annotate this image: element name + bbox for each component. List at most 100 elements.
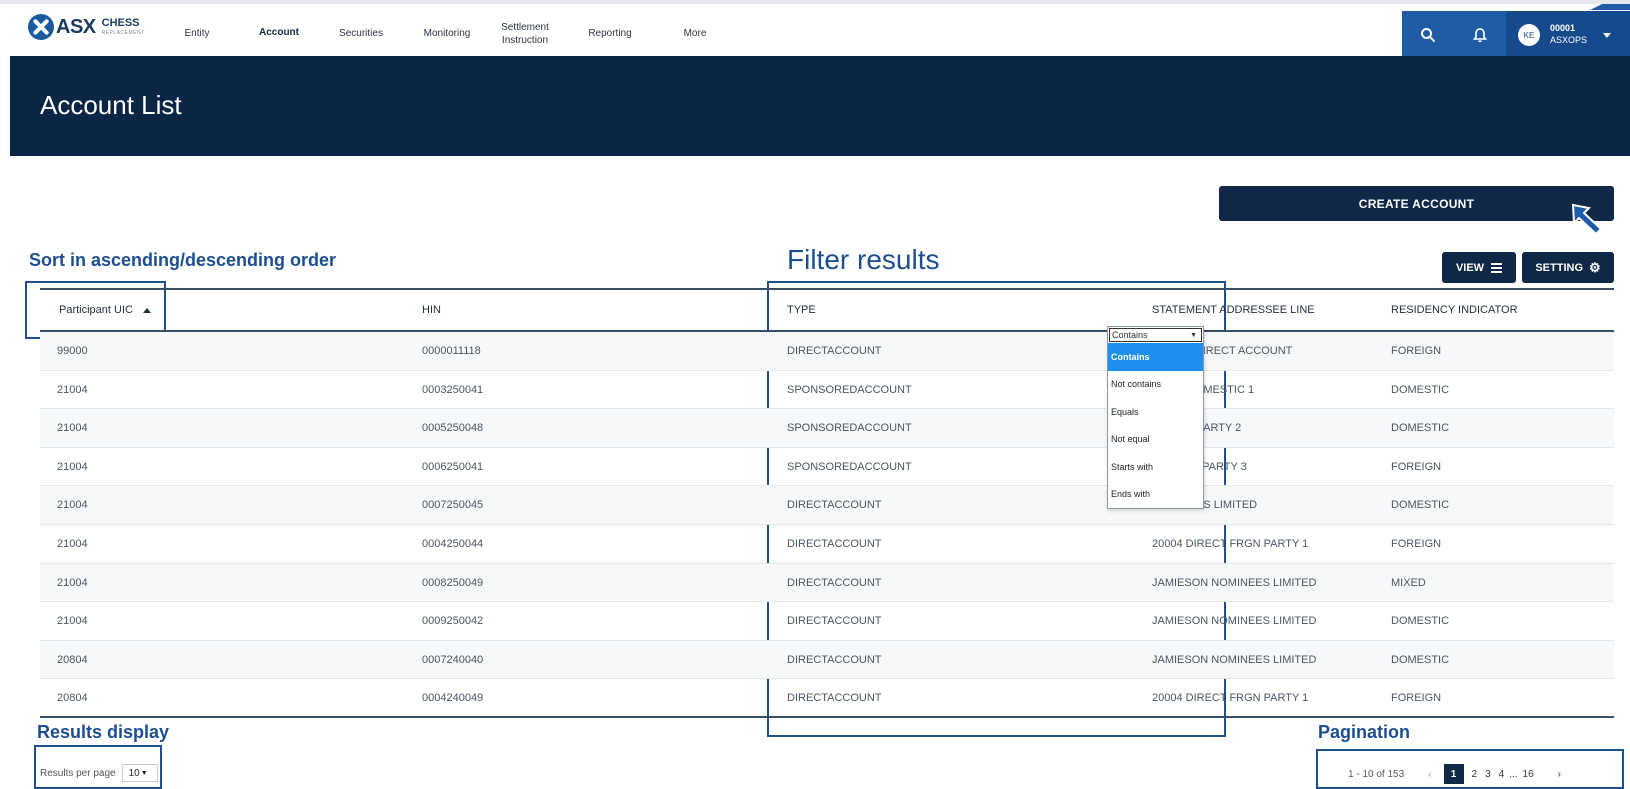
cell-type: DIRECTACCOUNT [787,653,882,666]
cell-residency-indicator: FOREIGN [1391,692,1442,705]
view-label: VIEW [1455,261,1485,274]
pagination-page-4[interactable]: 4 [1499,769,1505,780]
view-button[interactable]: VIEW [1442,252,1516,283]
cell-residency-indicator: DOMESTIC [1391,615,1450,628]
table-row[interactable]: 210040006250041SPONSOREDACCOUNTNSORED PA… [40,448,1614,487]
page-header: Account List [10,56,1630,156]
asx-logo-icon [28,14,54,40]
create-account-button[interactable]: CREATE ACCOUNT [1219,186,1614,221]
header-residency-indicator[interactable]: RESIDENCY INDICATOR [1391,304,1518,316]
cell-type: DIRECTACCOUNT [787,537,882,550]
table-row[interactable]: 21004 0004250044 DIRECTACCOUNT 20004 DIRECT… [40,525,1614,564]
chevron-down-icon: ▼ [1190,331,1197,339]
cell-participant-uic: 20804 [57,692,88,705]
results-per-page-value: 10 [128,767,140,779]
filter-option-contains[interactable]: Contains [1108,343,1203,371]
nav-entity[interactable]: Entity [160,8,234,60]
user-menu[interactable]: KE 00001 ASXOPS [1506,11,1630,59]
chevron-down-icon: ▼ [140,769,148,777]
chevron-down-icon [1603,32,1612,38]
asx-logo[interactable]: ASX CHESS REPLACEMENT [28,14,145,40]
pagination-page-3[interactable]: 3 [1485,769,1491,780]
annotation-sort: Sort in ascending/descending order [29,250,337,270]
filter-option-starts-with[interactable]: Starts with [1108,453,1203,481]
cell-residency-indicator: DOMESTIC [1391,383,1450,396]
nav-securities[interactable]: Securities [318,8,404,60]
pagination-next[interactable]: › [1558,769,1561,780]
filter-option-ends-with[interactable]: Ends with [1108,481,1203,509]
results-per-page: Results per page 10 ▼ [40,764,158,782]
pagination-page-2[interactable]: 2 [1472,769,1478,780]
cell-hin: 0005250048 [422,422,484,435]
menu-icon [1491,261,1503,275]
top-nav: ASX CHESS REPLACEMENT Entity Account Sec… [0,0,1630,60]
nav-reporting[interactable]: Reporting [560,8,660,60]
table-row[interactable]: 21004 0008250049 DIRECTACCOUNT JAMIESON NOM… [40,563,1614,603]
cell-statement-addressee-line: 20004 DIRECT FRGN PARTY 1 [1152,692,1309,705]
table-header: Participant UIC HIN TYPE STATEMENT ADDRE… [40,288,1614,332]
cell-hin: 0007240040 [422,653,484,666]
annotation-filter: Filter results [787,244,940,275]
table-row[interactable]: 21004 0009250042 DIRECTACCOUNT JAMIESON NOM… [40,602,1614,641]
nav-settlement-instruction[interactable]: Settlement Instruction [490,8,560,60]
page-title: Account List [40,90,182,120]
cell-residency-indicator: MIXED [1391,576,1426,589]
pagination: 1 - 10 of 153 ‹ 1 2 3 4 ... 16 › [1348,764,1565,784]
setting-button[interactable]: SETTING ⚙ [1522,252,1614,283]
cell-hin: 0006250041 [422,460,484,473]
table-row[interactable]: 99000 0000011118 DIRECTACCOUNT ONDER DIRECT… [40,332,1614,371]
cell-residency-indicator: DOMESTIC [1391,653,1450,666]
search-button[interactable] [1402,11,1454,59]
pagination-ellipsis: ... [1509,768,1518,780]
filter-option-not-equal[interactable]: Not equal [1108,426,1203,454]
setting-label: SETTING [1535,261,1583,274]
nav-account[interactable]: Account [240,8,318,60]
app-root: ASX CHESS REPLACEMENT Entity Account Sec… [0,0,1630,789]
logo-subtitle: CHESS REPLACEMENT [102,18,145,36]
header-label: Participant UIC [59,304,133,316]
header-statement-addressee-line[interactable]: STATEMENT ADDRESSEE LINE [1152,304,1315,316]
cell-hin: 0003250041 [422,383,484,396]
pagination-page-1[interactable]: 1 [1443,764,1464,784]
cell-participant-uic: 20804 [57,653,88,666]
filter-operator-select[interactable]: Contains ▼ [1109,328,1202,342]
bell-icon [1472,28,1488,43]
cell-residency-indicator: FOREIGN [1391,460,1442,473]
filter-option-not-contains[interactable]: Not contains [1108,371,1203,399]
results-per-page-label: Results per page [40,767,116,779]
header-type[interactable]: TYPE [787,304,816,316]
cell-residency-indicator: DOMESTIC [1391,499,1450,512]
logo-line-2: REPLACEMENT [101,30,145,36]
table-row[interactable]: 210040003250041SPONSOREDACCOUNTNSOR DOME… [40,371,1614,410]
notifications-button[interactable] [1454,11,1506,59]
cell-type: DIRECTACCOUNT [787,615,882,628]
table-row[interactable]: 21004 0007250045 DIRECTACCOUNT NOMINEES LIM… [40,486,1614,525]
filter-option-equals[interactable]: Equals [1108,398,1203,426]
cell-statement-addressee-line: JAMIESON NOMINEES LIMITED [1152,653,1317,666]
cell-participant-uic: 21004 [57,537,88,550]
cell-type: DIRECTACCOUNT [787,576,882,589]
user-code: 00001 [1550,23,1576,34]
avatar: KE [1518,24,1540,46]
pagination-prev[interactable]: ‹ [1428,769,1431,780]
table-body: 99000 0000011118 DIRECTACCOUNT ONDER DIRECT… [40,332,1614,718]
cell-residency-indicator: DOMESTIC [1391,422,1450,435]
table-row[interactable]: 20804 0007240040 DIRECTACCOUNT JAMIESON NOM… [40,640,1614,680]
cell-participant-uic: 21004 [57,383,88,396]
pagination-page-16[interactable]: 16 [1523,769,1534,780]
nav-monitoring[interactable]: Monitoring [404,8,490,60]
nav-more[interactable]: More [660,8,730,60]
header-participant-uic[interactable]: Participant UIC [59,304,151,316]
filter-dropdown[interactable]: Contains ▼ Contains Not contains Equals … [1107,326,1204,509]
table-row[interactable]: 210040005250048SPONSOREDACCOUNTMESTIC PA… [40,409,1614,448]
logo-text: ASX [56,15,96,38]
sort-ascending-icon [142,307,151,313]
header-hin[interactable]: HIN [422,304,441,316]
main-nav: Entity Account Securities Monitoring Set… [160,8,730,60]
cell-statement-addressee-line: 20004 DIRECT FRGN PARTY 1 [1152,537,1309,550]
pagination-range: 1 - 10 of 153 [1348,768,1405,780]
results-per-page-select[interactable]: 10 ▼ [121,764,158,782]
cell-participant-uic: 21004 [57,615,88,628]
table-row[interactable]: 20804 0004240049 DIRECTACCOUNT 20004 DIRECT… [40,679,1614,718]
annotation-results: Results display [37,722,170,742]
